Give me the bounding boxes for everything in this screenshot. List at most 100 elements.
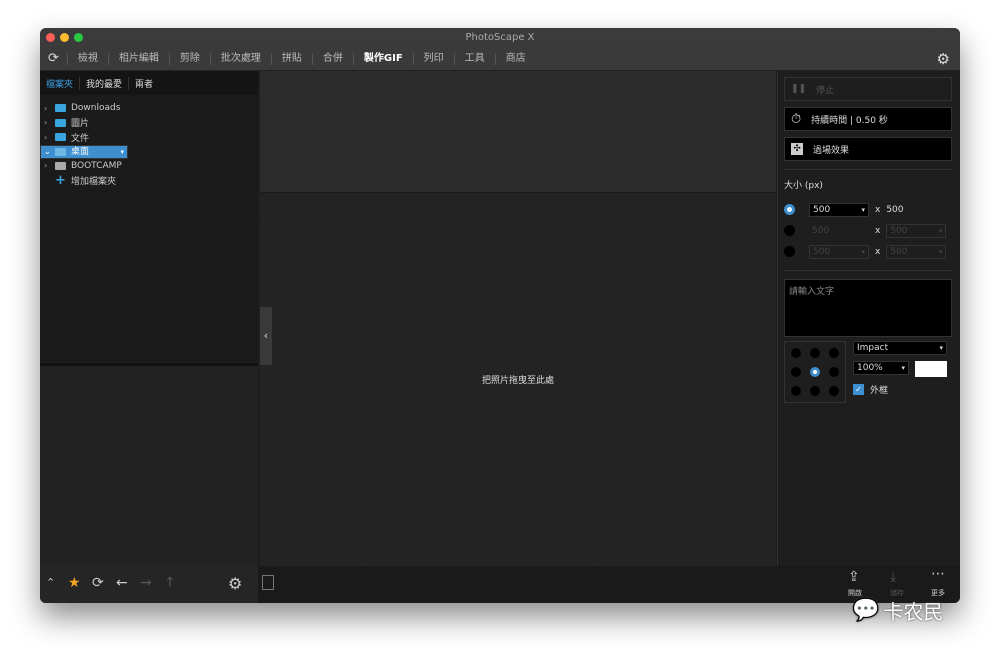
tab-viewer[interactable]: 檢視: [66, 52, 108, 65]
main-toolbar: ⟳ 檢視 相片編輯 剪除 批次處理 拼貼 合併 製作GIF 列印 工具 商店 ⚙: [40, 47, 960, 71]
plus-icon: +: [55, 172, 66, 188]
tree-item-bootcamp[interactable]: › BOOTCAMP: [40, 159, 258, 174]
width-select[interactable]: 500: [809, 202, 869, 217]
stop-label: 停止: [816, 85, 835, 96]
text-input[interactable]: 請輸入文字: [784, 279, 952, 337]
x-label: x: [875, 246, 881, 257]
position-dot[interactable]: [828, 348, 839, 359]
tab-favorites[interactable]: 我的最愛: [80, 76, 130, 90]
bottom-bar: ⌃ ★ ⟳ ← → ↑ ⚙ ⇪ 開啟 ⤓ 儲存 ⋯ 更多: [40, 566, 960, 603]
chevron-up-icon[interactable]: ⌃: [46, 576, 55, 589]
size-radio-3[interactable]: [784, 246, 795, 257]
width-select[interactable]: 500: [809, 244, 869, 259]
drive-icon: [55, 161, 66, 170]
forward-arrow-icon[interactable]: →: [140, 575, 152, 591]
tree-item-downloads[interactable]: › Downloads: [40, 101, 258, 116]
chevron-down-icon[interactable]: ⌄: [44, 146, 55, 158]
up-arrow-icon[interactable]: ↑: [164, 575, 176, 591]
panel-toggle-icon[interactable]: [262, 575, 274, 590]
folder-icon: [55, 118, 66, 127]
width-field[interactable]: 500: [809, 226, 869, 236]
position-dot[interactable]: [791, 385, 802, 396]
search-icon[interactable]: ⟳: [40, 51, 67, 66]
window-title: PhotoScape X: [465, 32, 535, 43]
opacity-select[interactable]: 100%: [853, 361, 909, 375]
tab-create-gif[interactable]: 製作GIF: [352, 52, 413, 65]
chevron-right-icon[interactable]: ›: [44, 118, 55, 127]
wechat-logo-icon: 💬: [852, 598, 880, 623]
tree-label: 桌面: [71, 146, 90, 157]
text-color-swatch[interactable]: [915, 361, 947, 377]
tree-label: BOOTCAMP: [71, 160, 122, 171]
back-arrow-icon[interactable]: ←: [116, 575, 128, 591]
tab-editor[interactable]: 相片編輯: [107, 52, 169, 65]
font-select[interactable]: Impact: [853, 341, 947, 355]
tree-item-desktop[interactable]: ⌄ 桌面: [40, 144, 128, 159]
app-window: PhotoScape X ⟳ 檢視 相片編輯 剪除 批次處理 拼貼 合併 製作G…: [40, 28, 960, 603]
folder-icon: [55, 104, 66, 113]
tab-print[interactable]: 列印: [412, 52, 454, 65]
collapse-panel-button[interactable]: ‹: [260, 307, 272, 365]
tab-store[interactable]: 商店: [494, 52, 536, 65]
stop-button[interactable]: ❚❚ 停止: [784, 77, 952, 101]
position-dot-selected[interactable]: [809, 366, 820, 377]
star-icon[interactable]: ★: [68, 575, 81, 591]
add-folder-label: 增加檔案夾: [71, 176, 117, 187]
title-bar: PhotoScape X: [40, 28, 960, 47]
size-radio-1[interactable]: [784, 204, 795, 215]
chevron-right-icon[interactable]: ›: [44, 161, 55, 170]
position-dot[interactable]: [791, 366, 802, 377]
tree-label: Downloads: [71, 103, 121, 114]
tree-label: 文件: [71, 133, 90, 144]
share-icon[interactable]: ⇪: [848, 569, 860, 585]
text-position-grid[interactable]: [784, 341, 846, 403]
position-dot[interactable]: [828, 366, 839, 377]
settings-gear-icon[interactable]: ⚙: [228, 574, 242, 593]
watermark: 💬 卡农民: [852, 596, 943, 625]
height-select[interactable]: 500: [886, 223, 947, 238]
preview-area: [260, 71, 776, 193]
tab-tools[interactable]: 工具: [453, 52, 495, 65]
outline-checkbox[interactable]: ✓: [853, 384, 864, 395]
stopwatch-icon: ⏱: [791, 111, 802, 127]
save-icon[interactable]: ⤓: [890, 569, 896, 585]
tree-label: 圖片: [71, 119, 90, 130]
outline-label: 外框: [870, 386, 889, 396]
x-label: x: [875, 225, 881, 236]
size-radio-2[interactable]: [784, 225, 795, 236]
position-dot[interactable]: [809, 385, 820, 396]
tab-combine[interactable]: 合併: [311, 52, 353, 65]
folder-icon: [55, 147, 66, 156]
position-dot[interactable]: [809, 348, 820, 359]
tree-item-documents[interactable]: › 文件: [40, 130, 258, 145]
tab-batch[interactable]: 批次處理: [209, 52, 271, 65]
tab-folders[interactable]: 檔案夾: [40, 76, 81, 90]
tree-item-pictures[interactable]: › 圖片: [40, 116, 258, 131]
position-dot[interactable]: [828, 385, 839, 396]
close-button[interactable]: [46, 33, 55, 42]
more-icon[interactable]: ⋯: [931, 566, 945, 582]
chevron-right-icon[interactable]: ›: [44, 104, 55, 113]
minimize-button[interactable]: [60, 33, 69, 42]
refresh-icon[interactable]: ⟳: [92, 575, 104, 591]
position-dot[interactable]: [791, 348, 802, 359]
duration-button[interactable]: ⏱ 持續時間 | 0.50 秒: [784, 107, 952, 131]
transition-icon: ✣: [791, 143, 803, 155]
folder-icon: [55, 133, 66, 142]
pause-icon: ❚❚: [791, 84, 807, 94]
add-folder-button[interactable]: + 增加檔案夾: [40, 173, 258, 188]
tab-cutout[interactable]: 剪除: [168, 52, 210, 65]
tab-collage[interactable]: 拼貼: [270, 52, 312, 65]
height-select[interactable]: 500: [886, 244, 947, 259]
zoom-button[interactable]: [74, 33, 83, 42]
transition-button[interactable]: ✣ 過場效果: [784, 137, 952, 161]
x-label: x: [875, 204, 881, 215]
tab-both[interactable]: 兩者: [129, 77, 159, 90]
gif-canvas[interactable]: ‹ 把照片拖曳至此處: [260, 71, 776, 566]
duration-label: 持續時間 | 0.50 秒: [811, 115, 888, 126]
transition-label: 過場效果: [813, 145, 850, 156]
chevron-right-icon[interactable]: ›: [44, 133, 55, 142]
drop-hint: 把照片拖曳至此處: [481, 376, 554, 386]
settings-gear-icon[interactable]: ⚙: [937, 50, 960, 68]
file-browser: 檔案夾 我的最愛 兩者 › Downloads › 圖片 › 文件 ⌄ 桌面 › BOOT…: [40, 71, 258, 566]
